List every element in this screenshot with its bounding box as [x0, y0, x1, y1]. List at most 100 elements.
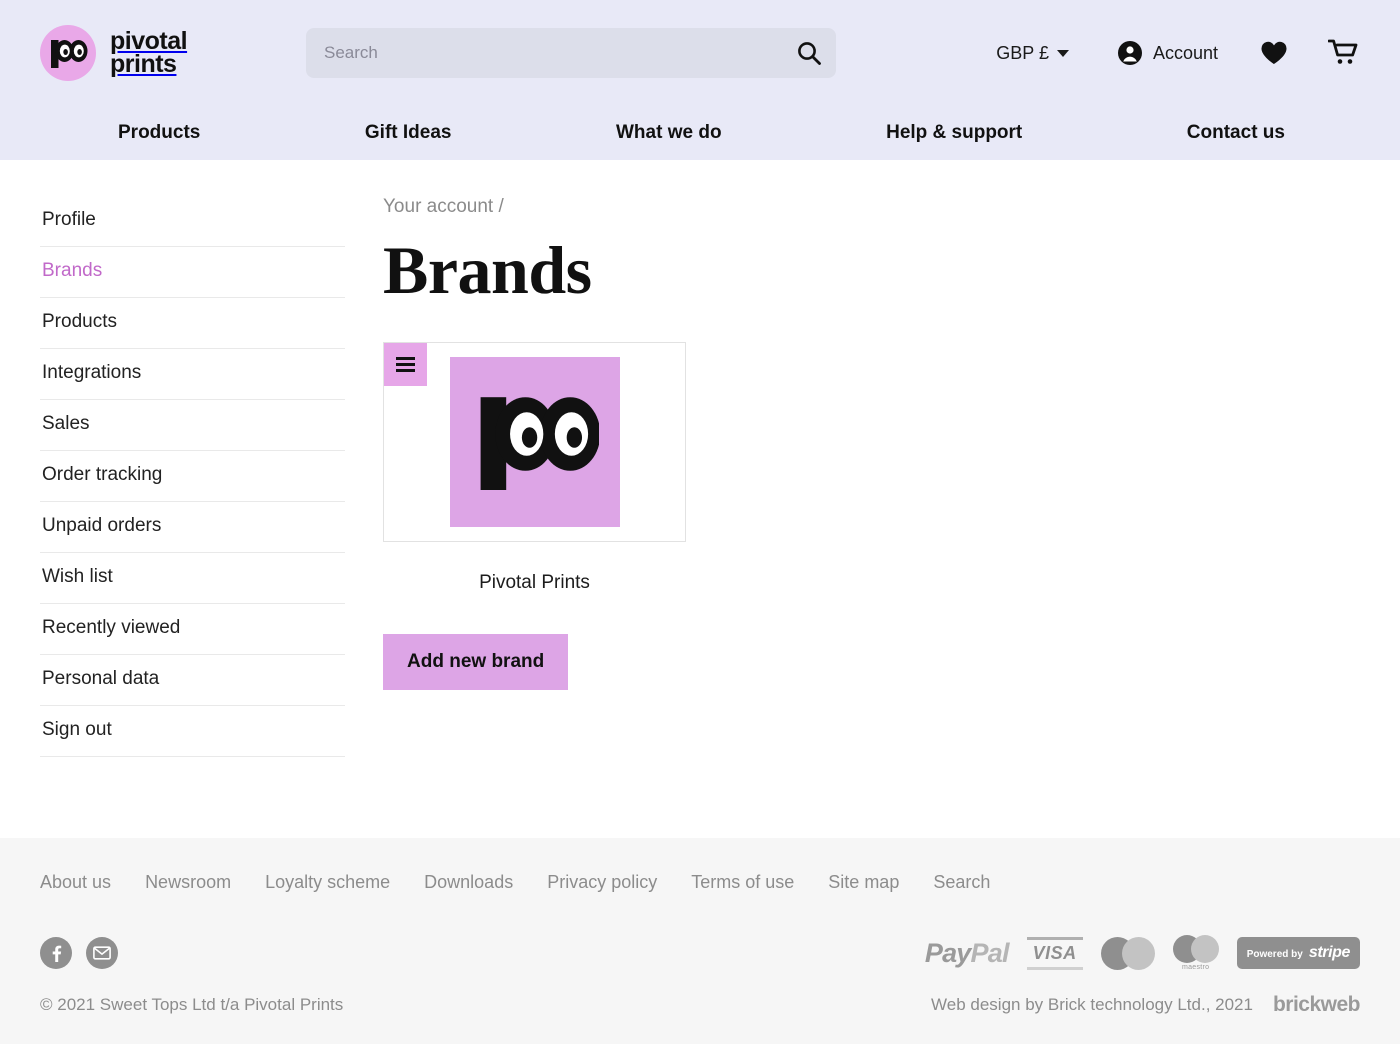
- paypal-pal-text: Pal: [971, 938, 1009, 968]
- nav-link-contact-us[interactable]: Contact us: [1187, 122, 1285, 143]
- footer-link-about-us[interactable]: About us: [40, 872, 111, 892]
- footer-link-newsroom[interactable]: Newsroom: [145, 872, 231, 892]
- breadcrumb: Your account /: [383, 196, 1360, 218]
- email-icon: [93, 946, 111, 960]
- footer-item-search: Search: [933, 872, 990, 893]
- copyright-text: © 2021 Sweet Tops Ltd t/a Pivotal Prints: [40, 995, 343, 1015]
- hamburger-menu-icon: [396, 354, 415, 375]
- footer-item-privacy-policy: Privacy policy: [547, 872, 657, 893]
- footer-link-privacy-policy[interactable]: Privacy policy: [547, 872, 657, 892]
- nav-item-what-we-do: What we do: [616, 122, 722, 144]
- nav-link-gift-ideas[interactable]: Gift Ideas: [365, 122, 452, 143]
- currency-selector[interactable]: GBP £: [996, 43, 1069, 64]
- brand-menu-button[interactable]: [384, 343, 427, 386]
- paypal-icon: PayPal: [925, 938, 1009, 969]
- sidebar-link-profile[interactable]: Profile: [40, 196, 345, 246]
- nav-link-help-support[interactable]: Help & support: [886, 122, 1022, 143]
- nav-link-products[interactable]: Products: [118, 122, 200, 143]
- maestro-label: maestro: [1182, 964, 1209, 971]
- sidebar-item-integrations: Integrations: [40, 349, 345, 400]
- footer-middle-row: PayPal VISA maestro Powered by stripe: [40, 935, 1360, 971]
- credit-text: Web design by Brick technology Ltd., 202…: [931, 995, 1253, 1015]
- currency-label: GBP £: [996, 43, 1049, 64]
- heart-icon: [1260, 40, 1288, 66]
- sidebar-item-brands: Brands: [40, 247, 345, 298]
- footer-item-downloads: Downloads: [424, 872, 513, 893]
- footer-link-loyalty-scheme[interactable]: Loyalty scheme: [265, 872, 390, 892]
- nav-link-what-we-do[interactable]: What we do: [616, 122, 722, 143]
- sidebar-item-unpaid-orders: Unpaid orders: [40, 502, 345, 553]
- social-links: [40, 937, 118, 969]
- stripe-powered-text: Powered by: [1247, 949, 1303, 960]
- nav-list: Products Gift Ideas What we do Help & su…: [40, 122, 1285, 144]
- sidebar-link-integrations[interactable]: Integrations: [40, 349, 345, 399]
- add-new-brand-button[interactable]: Add new brand: [383, 634, 568, 690]
- logo-line-2: prints: [110, 50, 176, 78]
- footer-link-downloads[interactable]: Downloads: [424, 872, 513, 892]
- sidebar-link-personal-data[interactable]: Personal data: [40, 655, 345, 705]
- sidebar-link-recently-viewed[interactable]: Recently viewed: [40, 604, 345, 654]
- brand-logo-image: [450, 357, 620, 527]
- footer-link-list: About us Newsroom Loyalty scheme Downloa…: [40, 872, 1360, 893]
- brand-card: Pivotal Prints: [383, 342, 686, 594]
- brand-tile[interactable]: [383, 342, 686, 542]
- account-icon: [1117, 40, 1143, 66]
- logo-mark-icon: [40, 25, 96, 81]
- chevron-down-icon: [1057, 50, 1069, 57]
- sidebar-item-sales: Sales: [40, 400, 345, 451]
- brand-name-label: Pivotal Prints: [383, 572, 686, 594]
- sidebar-link-sales[interactable]: Sales: [40, 400, 345, 450]
- sidebar-item-personal-data: Personal data: [40, 655, 345, 706]
- nav-item-gift-ideas: Gift Ideas: [365, 122, 452, 144]
- site-logo[interactable]: pivotal prints: [40, 25, 268, 81]
- web-design-credit: Web design by Brick technology Ltd., 202…: [931, 993, 1360, 1017]
- visa-icon: VISA: [1027, 937, 1083, 970]
- sidebar-link-sign-out[interactable]: Sign out: [40, 706, 345, 756]
- mastercard-icon: [1101, 937, 1155, 970]
- footer-item-about-us: About us: [40, 872, 111, 893]
- site-footer: About us Newsroom Loyalty scheme Downloa…: [0, 838, 1400, 1044]
- footer-bottom-row: © 2021 Sweet Tops Ltd t/a Pivotal Prints…: [40, 993, 1360, 1017]
- sidebar-list: Profile Brands Products Integrations Sal…: [40, 196, 345, 757]
- wishlist-button[interactable]: [1260, 40, 1288, 66]
- facebook-button[interactable]: [40, 937, 72, 969]
- shopping-cart-icon: [1328, 39, 1360, 67]
- header-actions: GBP £ Account: [996, 39, 1360, 67]
- sidebar-link-order-tracking[interactable]: Order tracking: [40, 451, 345, 501]
- account-sidebar: Profile Brands Products Integrations Sal…: [40, 196, 345, 800]
- search-input[interactable]: [306, 28, 836, 78]
- maestro-circles: [1173, 935, 1219, 963]
- nav-item-help-support: Help & support: [886, 122, 1022, 144]
- sidebar-link-brands[interactable]: Brands: [40, 247, 345, 297]
- sidebar-item-products: Products: [40, 298, 345, 349]
- search-submit-button[interactable]: [792, 36, 826, 70]
- email-button[interactable]: [86, 937, 118, 969]
- sidebar-link-wish-list[interactable]: Wish list: [40, 553, 345, 603]
- sidebar-item-sign-out: Sign out: [40, 706, 345, 757]
- sidebar-item-wish-list: Wish list: [40, 553, 345, 604]
- page-root: pivotal prints GBP £: [0, 0, 1400, 1044]
- nav-item-contact-us: Contact us: [1187, 122, 1285, 144]
- header-top-bar: pivotal prints GBP £: [0, 0, 1400, 106]
- page-content: Profile Brands Products Integrations Sal…: [0, 160, 1400, 800]
- main-navigation: Products Gift Ideas What we do Help & su…: [0, 106, 1400, 160]
- brand-grid: Pivotal Prints: [383, 342, 1360, 594]
- footer-item-newsroom: Newsroom: [145, 872, 231, 893]
- sidebar-item-order-tracking: Order tracking: [40, 451, 345, 502]
- account-label: Account: [1153, 43, 1218, 64]
- footer-link-search[interactable]: Search: [933, 872, 990, 892]
- sidebar-link-products[interactable]: Products: [40, 298, 345, 348]
- account-link[interactable]: Account: [1117, 40, 1218, 66]
- logo-wordmark: pivotal prints: [110, 30, 187, 76]
- nav-item-products: Products: [118, 122, 200, 144]
- sidebar-item-recently-viewed: Recently viewed: [40, 604, 345, 655]
- facebook-icon: [47, 944, 65, 962]
- main-panel: Your account / Brands: [345, 196, 1360, 800]
- footer-link-terms-of-use[interactable]: Terms of use: [691, 872, 794, 892]
- footer-link-site-map[interactable]: Site map: [828, 872, 899, 892]
- cart-button[interactable]: [1328, 39, 1360, 67]
- maestro-icon: maestro: [1173, 935, 1219, 971]
- payment-methods: PayPal VISA maestro Powered by stripe: [925, 935, 1360, 971]
- sidebar-link-unpaid-orders[interactable]: Unpaid orders: [40, 502, 345, 552]
- footer-item-site-map: Site map: [828, 872, 899, 893]
